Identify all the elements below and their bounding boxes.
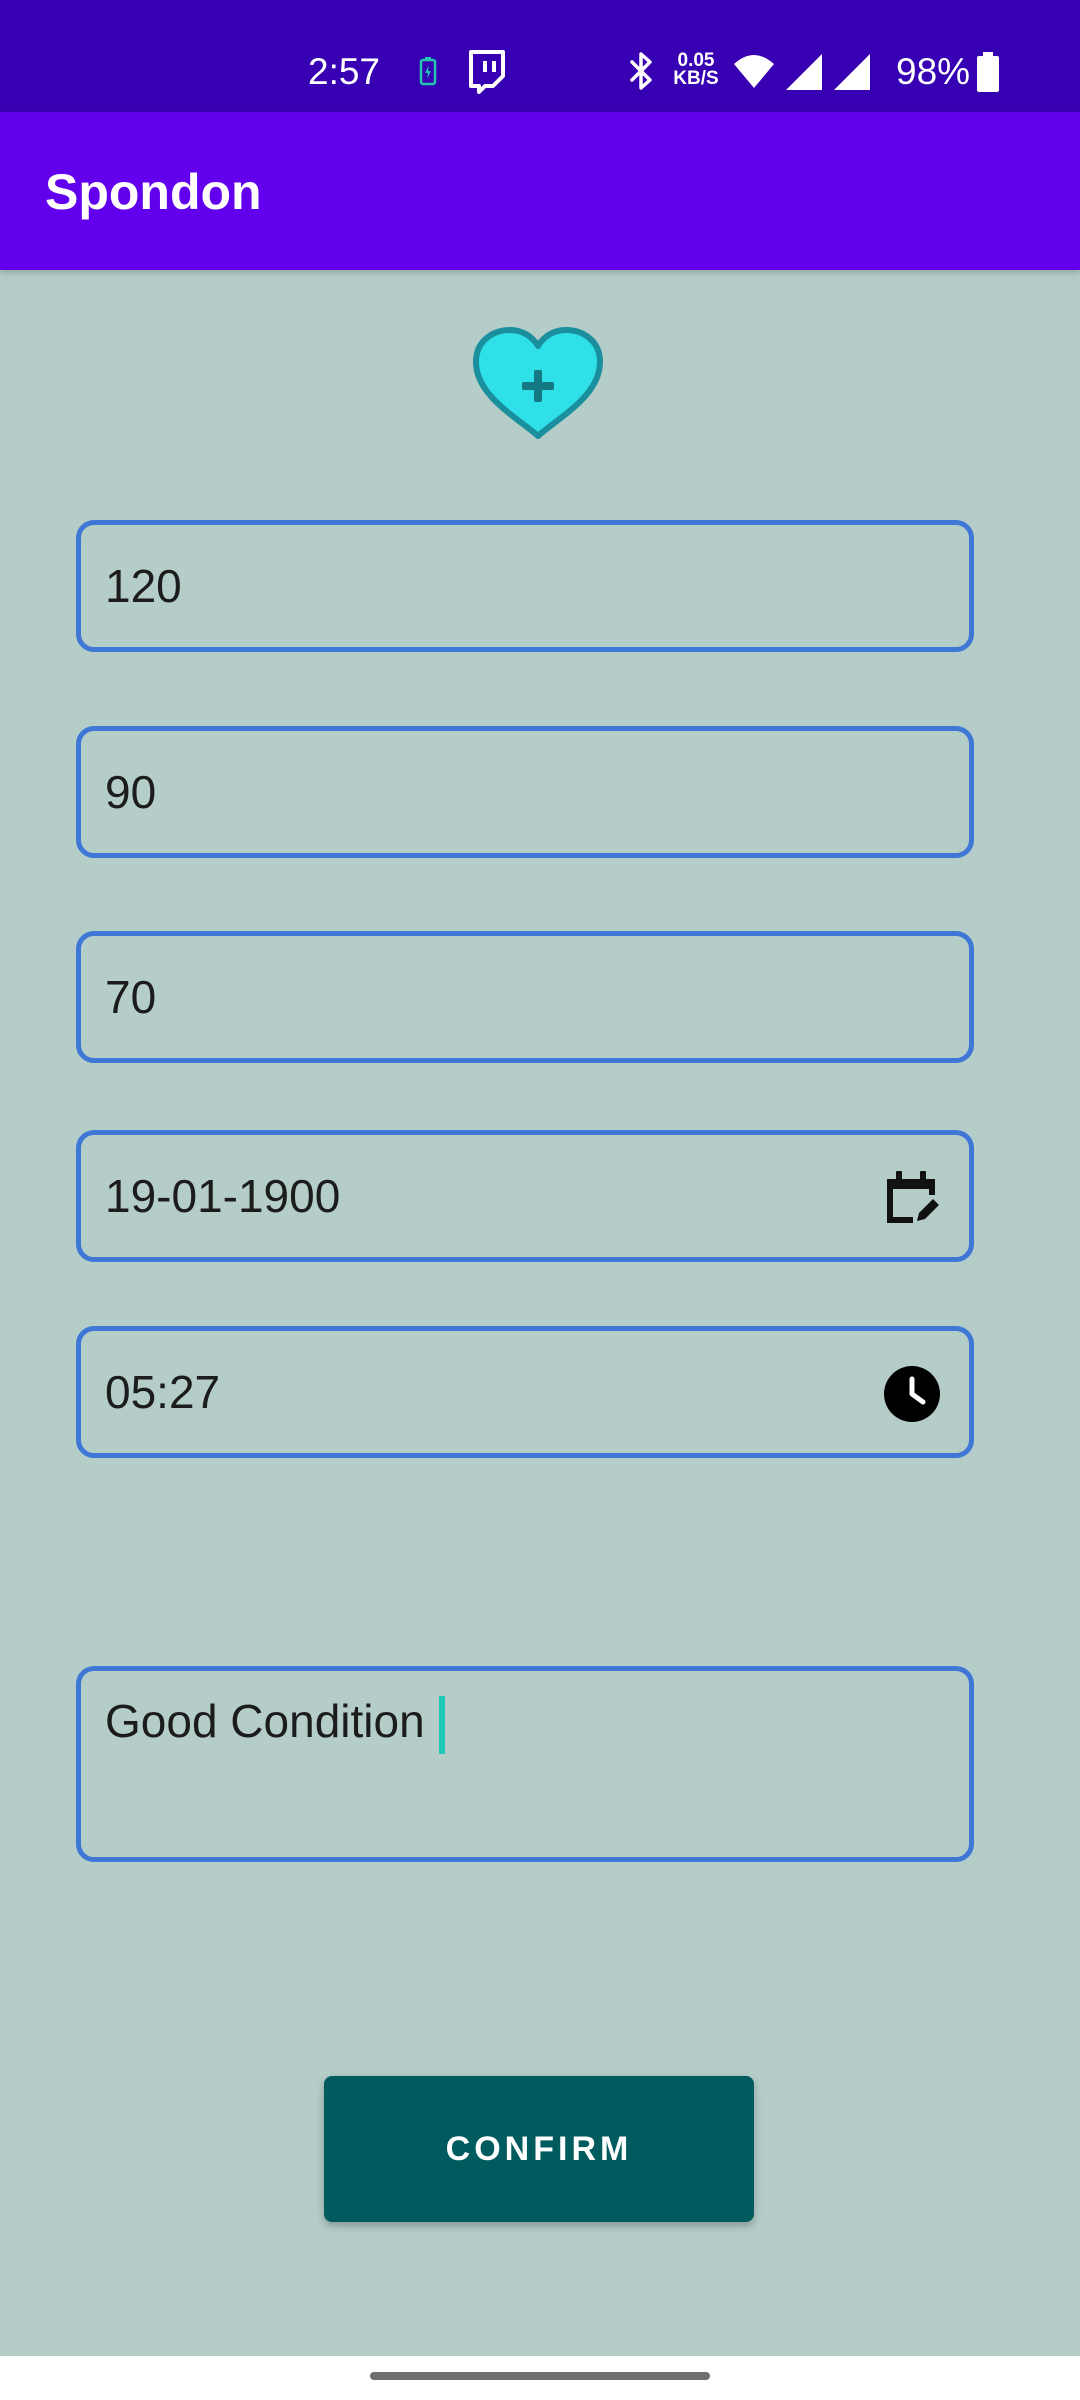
text-cursor [438,1695,445,1754]
network-speed-unit: KB/S [673,68,719,89]
navigation-bar [0,2356,1080,2400]
notes-value: Good Condition [105,1695,425,1747]
cell-signal-icon [786,54,822,90]
systolic-value: 120 [105,560,182,612]
diastolic-input[interactable]: 90 [76,726,974,858]
app-bar: Spondon [0,112,1080,270]
pulse-value: 70 [105,971,157,1023]
calendar-edit-icon[interactable] [883,1169,941,1227]
wifi-icon [734,55,774,88]
network-speed: 0.05 KB/S [670,51,722,89]
notes-input[interactable]: Good Condition [76,1666,974,1862]
home-gesture-handle[interactable] [370,2372,710,2380]
status-time: 2:57 [308,51,381,92]
systolic-input[interactable]: 120 [76,520,974,652]
battery-saver-icon [419,57,437,86]
battery-percent: 98% [896,51,971,92]
battery-icon [977,52,999,92]
time-value: 05:27 [105,1366,221,1418]
date-input[interactable]: 19-01-1900 [76,1130,974,1262]
status-bar: 2:57 0.05 KB/S 98% [0,0,1080,112]
diastolic-value: 90 [105,766,157,818]
time-input[interactable]: 05:27 [76,1326,974,1458]
twitch-icon [469,50,505,94]
pulse-input[interactable]: 70 [76,931,974,1063]
confirm-button[interactable]: CONFIRM [324,2076,754,2222]
heart-plus-icon [473,327,603,439]
bluetooth-icon [630,52,652,90]
date-value: 19-01-1900 [105,1170,341,1222]
app-title: Spondon [45,164,262,220]
cell-signal-icon [834,54,870,90]
clock-icon[interactable] [883,1365,941,1423]
